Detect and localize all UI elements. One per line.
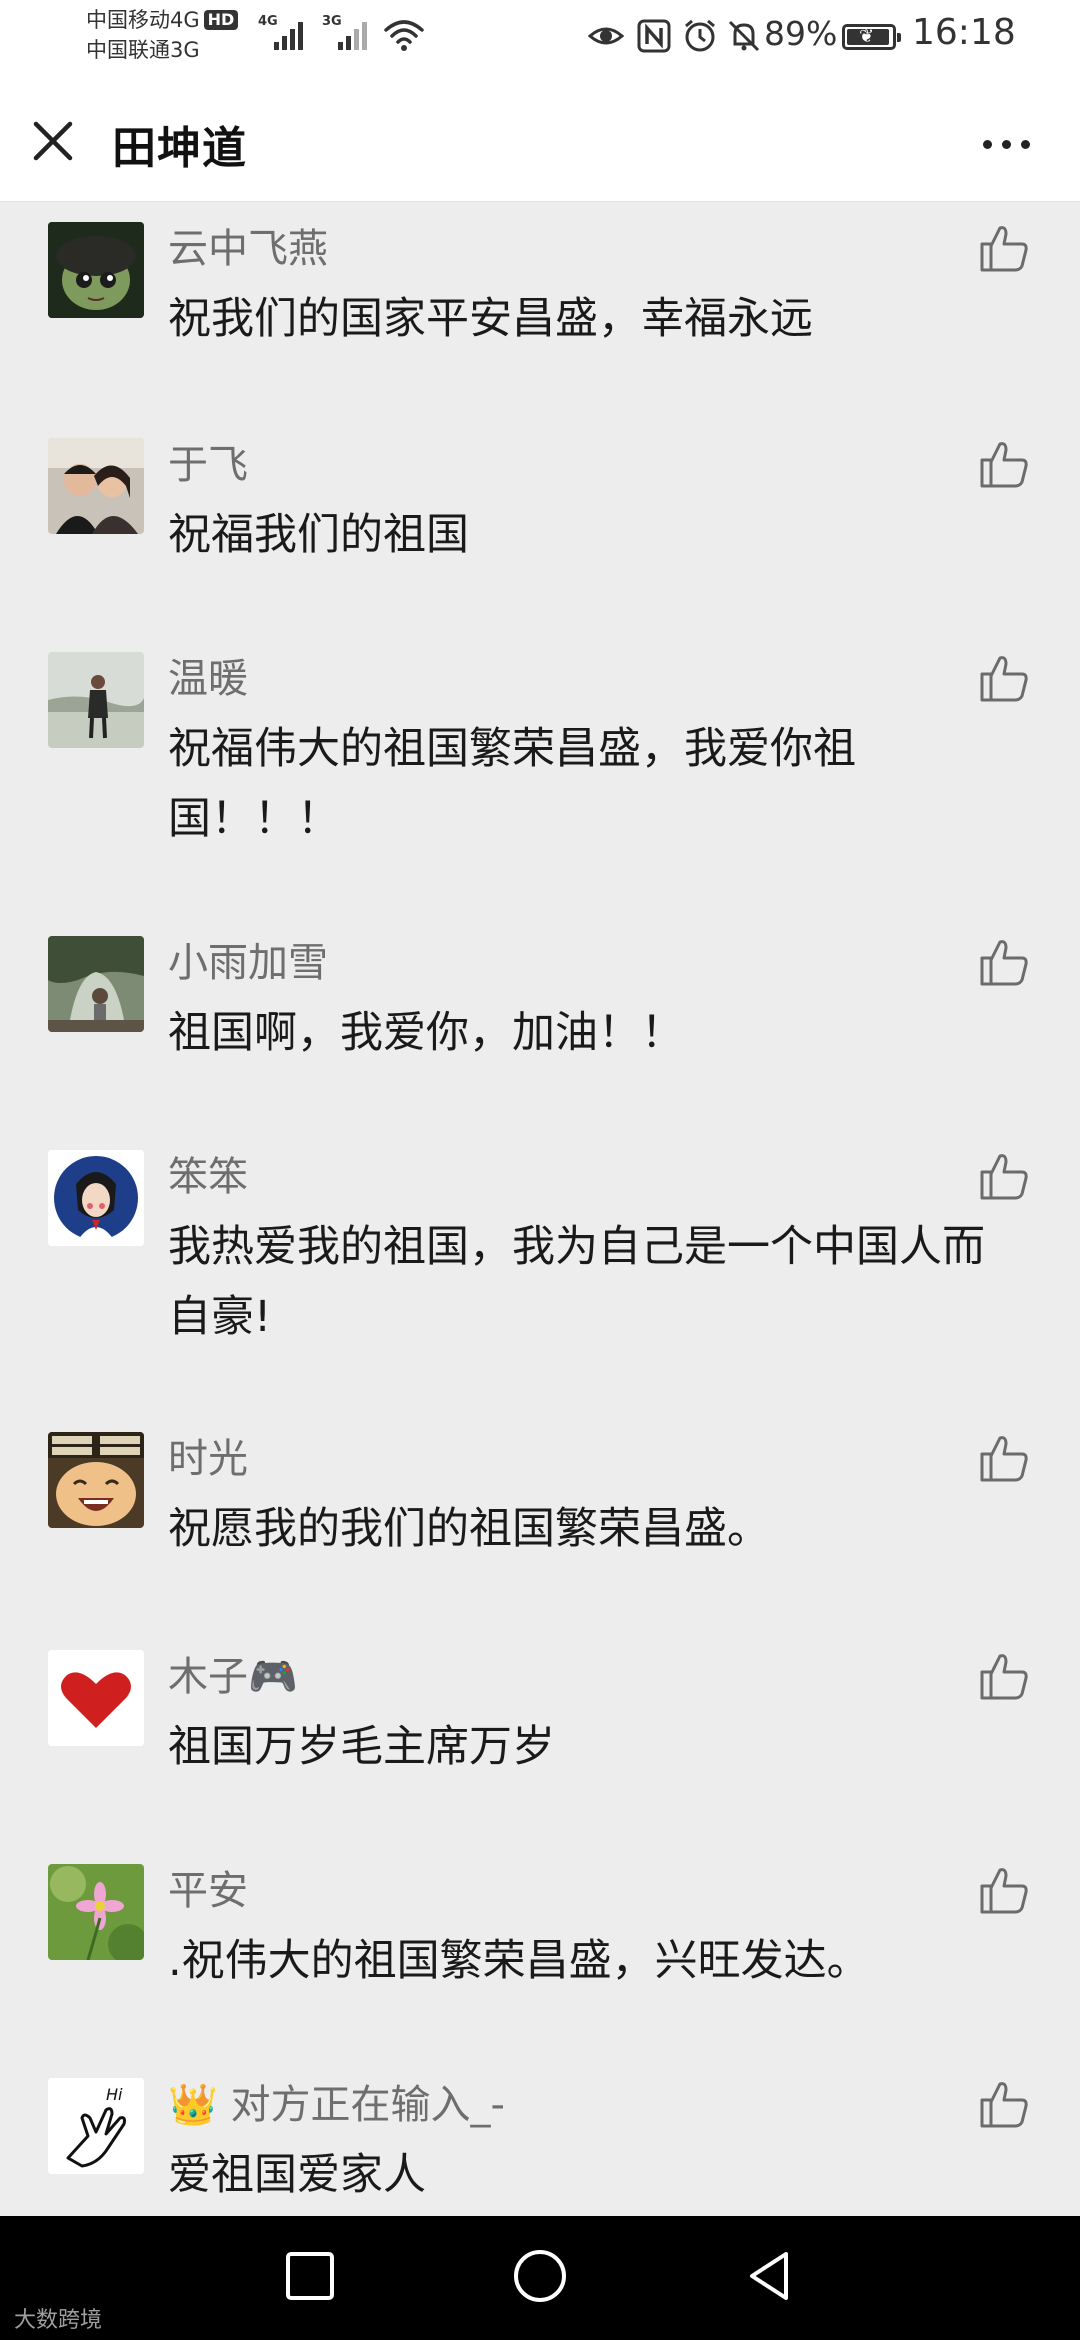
home-icon[interactable] xyxy=(508,2244,572,2308)
avatar[interactable] xyxy=(48,1150,144,1246)
avatar[interactable] xyxy=(48,222,144,318)
thumbs-up-icon[interactable] xyxy=(978,2078,1030,2130)
avatar[interactable] xyxy=(48,1650,144,1746)
thumbs-up-icon[interactable] xyxy=(978,1650,1030,1702)
watermark: 大数跨境 xyxy=(14,2308,103,2333)
comment-text: 祝福我们的祖国 xyxy=(168,510,469,560)
comment-text: 祝我们的国家平安昌盛，幸福永远 xyxy=(168,294,813,344)
thumbs-up-icon[interactable] xyxy=(978,1864,1030,1916)
wifi-icon xyxy=(384,20,424,51)
navigation-bar xyxy=(0,2216,1080,2340)
nfc-icon xyxy=(637,19,671,53)
battery-icon: ❦ xyxy=(842,24,901,50)
page-title: 田坤道 xyxy=(112,123,247,174)
carrier-1: 中国移动4G xyxy=(86,8,200,32)
back-icon[interactable] xyxy=(738,2244,802,2308)
recent-apps-icon[interactable] xyxy=(278,2244,342,2308)
header: 田坤道 xyxy=(0,72,1080,202)
comment-author: 时光 xyxy=(168,1436,248,1482)
status-bar: 中国移动4G HD 中国联通3G 4G 3G 89% ❦ 16:18 xyxy=(0,0,1080,72)
carrier-2: 中国联通3G xyxy=(86,38,200,62)
avatar[interactable] xyxy=(48,1864,144,1960)
comment-text: 祝福伟大的祖国繁荣昌盛，我爱你祖国！！！ xyxy=(168,724,856,844)
hd-badge: HD xyxy=(203,10,239,30)
comment-text: 爱祖国爱家人 xyxy=(168,2150,426,2200)
comment-text: 祝愿我的我们的祖国繁荣昌盛。 xyxy=(168,1504,770,1554)
eye-icon xyxy=(588,27,624,45)
comment-author: 木子🎮 xyxy=(168,1654,298,1700)
comment-text: 祖国万岁毛主席万岁 xyxy=(168,1722,555,1772)
thumbs-up-icon[interactable] xyxy=(978,1150,1030,1202)
comment-author: 温暖 xyxy=(168,656,248,702)
avatar[interactable]: Hi xyxy=(48,2078,144,2174)
thumbs-up-icon[interactable] xyxy=(978,652,1030,704)
svg-text:Hi: Hi xyxy=(106,2085,123,2104)
comment-text: 我热爱我的祖国，我为自己是一个中国人而自豪! xyxy=(168,1222,985,1342)
comment-author: 于飞 xyxy=(168,442,248,488)
comment-author: 笨笨 xyxy=(168,1154,248,1200)
mute-bell-icon xyxy=(728,20,760,52)
avatar[interactable] xyxy=(48,652,144,748)
avatar[interactable] xyxy=(48,936,144,1032)
comment-text: 祖国啊，我爱你，加油！！ xyxy=(168,1008,684,1058)
more-button[interactable] xyxy=(968,124,1044,164)
thumbs-up-icon[interactable] xyxy=(978,1432,1030,1484)
close-icon[interactable] xyxy=(26,114,80,168)
avatar[interactable] xyxy=(48,1432,144,1528)
battery-percent: 89% xyxy=(764,14,838,53)
comment-author: 平安 xyxy=(168,1868,248,1914)
comment-author: 👑 对方正在输入_- xyxy=(168,2082,505,2128)
thumbs-up-icon[interactable] xyxy=(978,222,1030,274)
carrier-info: 中国移动4G HD 中国联通3G xyxy=(86,6,239,66)
comment-text: .祝伟大的祖国繁荣昌盛，兴旺发达。 xyxy=(168,1936,870,1986)
more-dot-icon xyxy=(982,139,992,149)
comment-author: 小雨加雪 xyxy=(168,940,328,986)
alarm-icon xyxy=(685,19,715,52)
thumbs-up-icon[interactable] xyxy=(978,438,1030,490)
thumbs-up-icon[interactable] xyxy=(978,936,1030,988)
clock: 16:18 xyxy=(912,12,1016,53)
avatar[interactable] xyxy=(48,438,144,534)
comment-author: 云中飞燕 xyxy=(168,226,328,272)
